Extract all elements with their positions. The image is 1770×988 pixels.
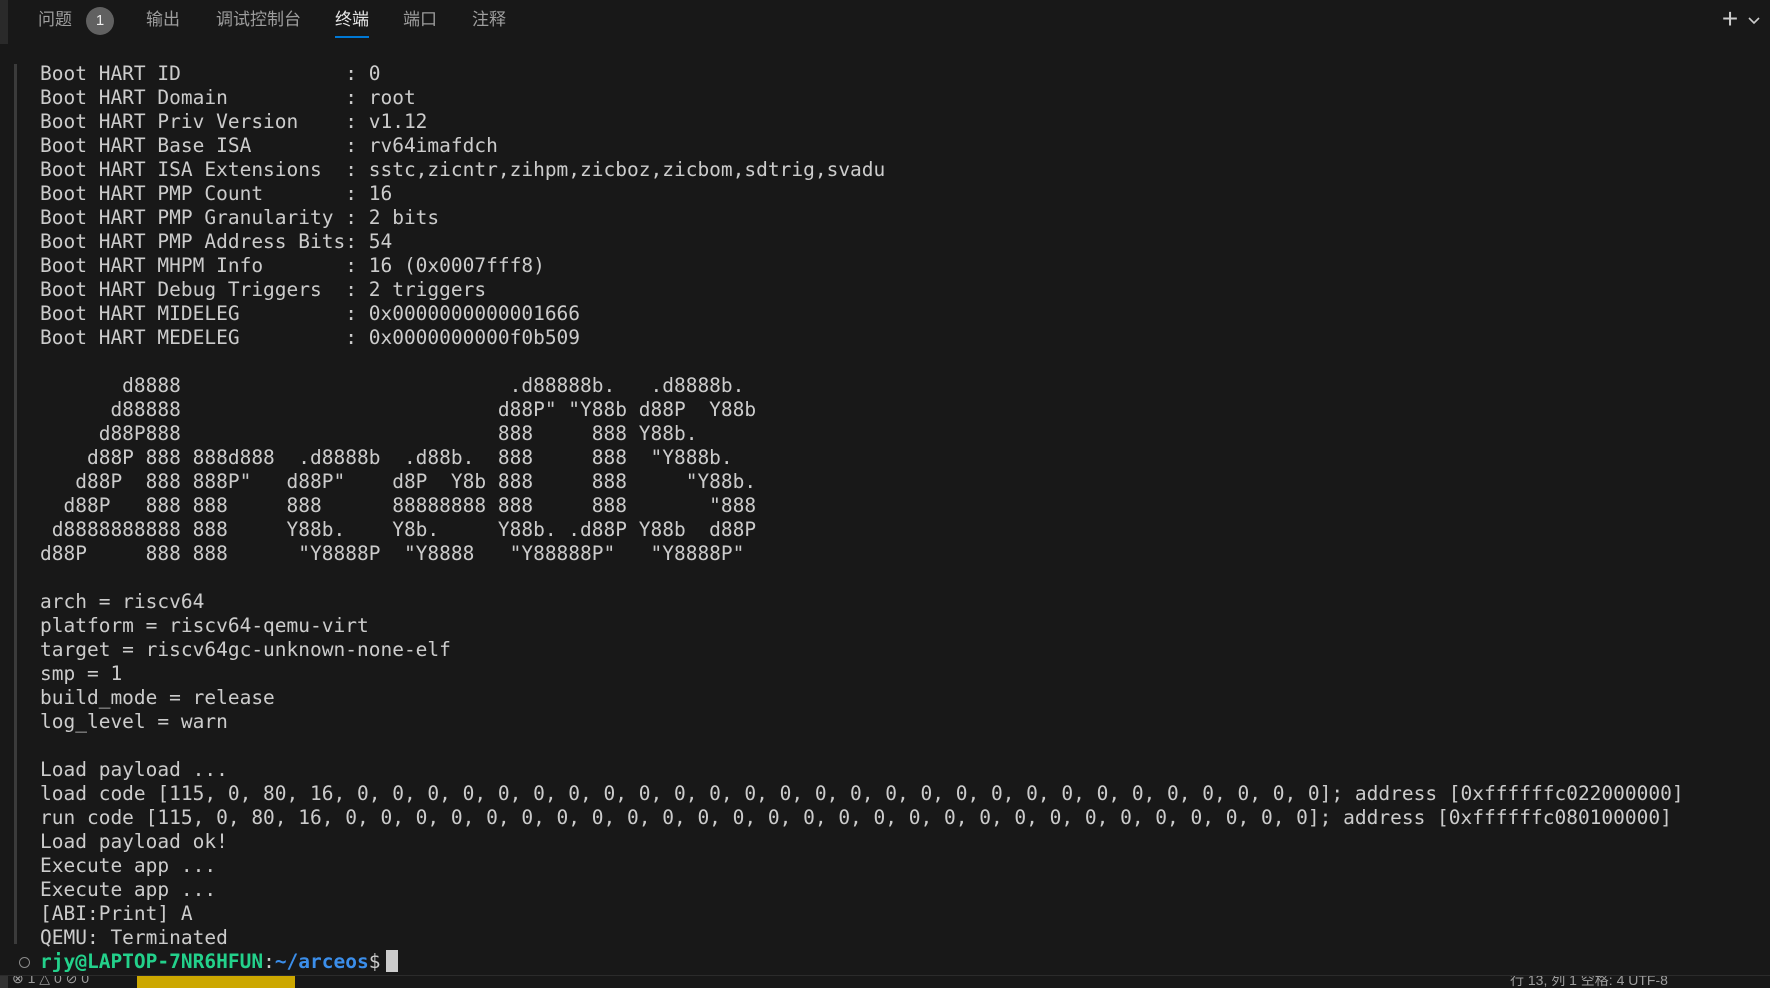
tab-comments-label: 注释 — [472, 10, 506, 29]
terminal-line: Boot HART MEDELEG : 0x0000000000f0b509 — [40, 326, 581, 349]
terminal-output[interactable]: Boot HART ID : 0 Boot HART Domain : root B… — [40, 62, 1760, 950]
terminal-line: arch = riscv64 — [40, 590, 205, 613]
terminal-line: Boot HART Debug Triggers : 2 triggers — [40, 278, 487, 301]
terminal-line: [ABI:Print] A — [40, 902, 193, 925]
tab-problems[interactable]: 问题 — [38, 0, 72, 42]
terminal-line: Boot HART Base ISA : rv64imafdch — [40, 134, 498, 157]
remote-indicator[interactable] — [0, 976, 8, 988]
terminal-line: Boot HART MHPM Info : 16 (0x0007fff8) — [40, 254, 545, 277]
terminal-line: build_mode = release — [40, 686, 275, 709]
chevron-down-icon[interactable] — [1744, 8, 1764, 32]
terminal-line: d8888888888 888 Y88b. Y8b. Y88b. .d88P Y… — [40, 518, 757, 541]
terminal-line: Load payload ... — [40, 758, 228, 781]
terminal-line: Boot HART PMP Granularity : 2 bits — [40, 206, 440, 229]
terminal-line: Boot HART ISA Extensions : sstc,zicntr,z… — [40, 158, 886, 181]
terminal-line: Execute app ... — [40, 854, 217, 877]
tab-ports-label: 端口 — [403, 10, 437, 29]
tab-ports[interactable]: 端口 — [403, 0, 437, 42]
terminal-line: Boot HART Domain : root — [40, 86, 416, 109]
tab-output-label: 输出 — [146, 10, 180, 29]
terminal-line: d8888 .d88888b. .d8888b. — [40, 374, 745, 397]
plus-icon[interactable]: + — [1718, 4, 1742, 34]
terminal-prompt[interactable]: rjy@LAPTOP-7NR6HFUN:~/arceos$ — [40, 950, 399, 974]
terminal-line: Load payload ok! — [40, 830, 228, 853]
terminal-line: Execute app ... — [40, 878, 217, 901]
terminal-line: smp = 1 — [40, 662, 123, 685]
terminal-line: d88P 888 888d888 .d8888b .d88b. 888 888 … — [40, 446, 733, 469]
problems-status[interactable]: ⊗ 1 △ 0 ⊘ 0 — [12, 976, 89, 987]
command-decoration-icon[interactable] — [19, 957, 30, 968]
terminal-line: Boot HART ID : 0 — [40, 62, 381, 85]
terminal-line: Boot HART PMP Address Bits: 54 — [40, 230, 393, 253]
terminal-line: d88P 888 888P" d88P" d8P Y8b 888 888 "Y8… — [40, 470, 757, 493]
prompt-user-host: rjy@LAPTOP-7NR6HFUN — [40, 950, 264, 973]
terminal-line: d88P 888 888 "Y8888P "Y8888 "Y88888P" "Y… — [40, 542, 745, 565]
terminal-line: run code [115, 0, 80, 16, 0, 0, 0, 0, 0,… — [40, 806, 1672, 829]
terminal-line: Boot HART Priv Version : v1.12 — [40, 110, 428, 133]
terminal-line: log_level = warn — [40, 710, 228, 733]
tab-debug-console[interactable]: 调试控制台 — [216, 0, 301, 42]
prompt-path: ~/arceos — [274, 950, 369, 973]
terminal-line: d88888 d88P" "Y88b d88P Y88b — [40, 398, 757, 421]
tab-terminal-label: 终端 — [335, 10, 369, 29]
status-highlight-item[interactable] — [137, 976, 295, 988]
terminal-line: target = riscv64gc-unknown-none-elf — [40, 638, 451, 661]
terminal-gutter — [14, 64, 17, 944]
terminal-cursor — [386, 950, 399, 972]
panel-tab-bar: 问题 1 输出 调试控制台 终端 端口 注释 + — [0, 0, 1770, 42]
terminal-line: load code [115, 0, 80, 16, 0, 0, 0, 0, 0… — [40, 782, 1684, 805]
cursor-position-status[interactable]: 行 13, 列 1 空格: 4 UTF-8 — [1510, 976, 1668, 988]
prompt-symbol: $ — [368, 950, 381, 973]
terminal-line: Boot HART MIDELEG : 0x0000000000001666 — [40, 302, 581, 325]
tab-terminal[interactable]: 终端 — [335, 0, 369, 42]
problems-count-badge: 1 — [86, 7, 114, 35]
terminal-line: platform = riscv64-qemu-virt — [40, 614, 369, 637]
prompt-separator: : — [263, 950, 275, 973]
tab-debug-console-label: 调试控制台 — [216, 10, 301, 29]
terminal-line: QEMU: Terminated — [40, 926, 228, 949]
tab-comments[interactable]: 注释 — [472, 0, 506, 42]
terminal-line: d88P 888 888 888 88888888 888 888 "888 — [40, 494, 757, 517]
terminal-line: d88P888 888 888 Y88b. — [40, 422, 698, 445]
terminal-line: Boot HART PMP Count : 16 — [40, 182, 393, 205]
tab-problems-label: 问题 — [38, 10, 72, 29]
status-bar: ⊗ 1 △ 0 ⊘ 0 行 13, 列 1 空格: 4 UTF-8 — [0, 975, 1770, 988]
tab-output[interactable]: 输出 — [146, 0, 180, 42]
